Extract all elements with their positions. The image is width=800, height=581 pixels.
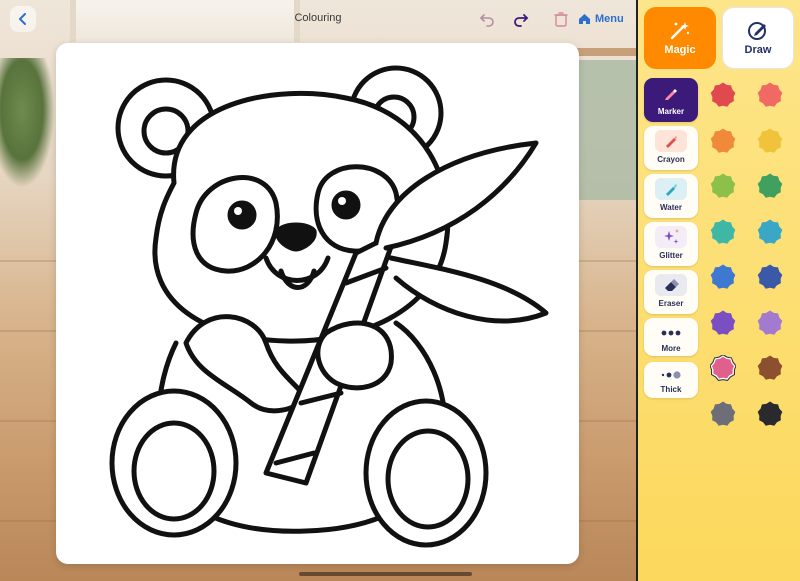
draw-mode-tab[interactable]: Draw bbox=[722, 7, 794, 69]
glitter-icon bbox=[664, 229, 679, 244]
background-wall-panel bbox=[578, 60, 636, 200]
more-tools-label: More bbox=[661, 344, 681, 353]
crayon-tool-label: Crayon bbox=[657, 155, 685, 164]
color-swatch[interactable] bbox=[710, 173, 736, 199]
magic-mode-label: Magic bbox=[664, 44, 696, 56]
background-plant bbox=[0, 58, 55, 188]
tool-panel: Magic Draw Marker Crayon Water Glitter E… bbox=[636, 0, 800, 581]
menu-label: Menu bbox=[595, 13, 624, 25]
color-swatch[interactable] bbox=[710, 310, 736, 336]
draw-pencil-icon bbox=[748, 22, 766, 40]
home-indicator bbox=[299, 572, 472, 576]
marker-tool-label: Marker bbox=[657, 107, 685, 116]
redo-button[interactable] bbox=[510, 8, 532, 30]
panda-line-art bbox=[109, 65, 549, 548]
eraser-tool-button[interactable]: Eraser bbox=[644, 270, 698, 314]
color-swatch[interactable] bbox=[710, 82, 736, 108]
undo-icon bbox=[479, 14, 494, 27]
marker-icon bbox=[665, 89, 677, 100]
water-tool-button[interactable]: Water bbox=[644, 174, 698, 218]
brush-size-label: Thick bbox=[660, 385, 682, 394]
color-swatch[interactable] bbox=[710, 401, 736, 427]
color-swatch[interactable] bbox=[710, 128, 736, 154]
color-swatch[interactable] bbox=[757, 128, 783, 154]
color-swatch[interactable] bbox=[757, 173, 783, 199]
crayon-icon bbox=[666, 136, 677, 148]
glitter-tool-button[interactable]: Glitter bbox=[644, 222, 698, 266]
marker-tool-button[interactable]: Marker bbox=[644, 78, 698, 122]
more-tools-button[interactable]: More bbox=[644, 318, 698, 356]
top-bar: Colouring Menu bbox=[0, 0, 636, 38]
more-dots-icon bbox=[661, 330, 681, 336]
page-title: Colouring bbox=[294, 12, 342, 24]
magic-wand-icon bbox=[670, 22, 690, 40]
brush-size-button[interactable]: Thick bbox=[644, 362, 698, 398]
color-swatch[interactable] bbox=[710, 264, 736, 290]
menu-button[interactable]: Menu bbox=[578, 10, 624, 28]
colouring-canvas[interactable] bbox=[56, 43, 579, 564]
home-icon bbox=[579, 14, 590, 24]
water-tool-label: Water bbox=[660, 203, 682, 212]
draw-mode-label: Draw bbox=[744, 44, 772, 56]
color-swatch[interactable] bbox=[710, 219, 736, 245]
color-swatch[interactable] bbox=[757, 401, 783, 427]
trash-icon bbox=[554, 12, 568, 27]
color-swatch[interactable] bbox=[757, 310, 783, 336]
color-swatch[interactable] bbox=[710, 355, 736, 381]
redo-icon bbox=[514, 14, 529, 27]
clear-button[interactable] bbox=[550, 8, 572, 30]
water-brush-icon bbox=[666, 184, 677, 196]
undo-button[interactable] bbox=[476, 8, 498, 30]
color-swatch[interactable] bbox=[757, 355, 783, 381]
color-swatch[interactable] bbox=[757, 219, 783, 245]
glitter-tool-label: Glitter bbox=[659, 251, 683, 260]
magic-mode-tab[interactable]: Magic bbox=[644, 7, 716, 69]
color-swatch[interactable] bbox=[757, 82, 783, 108]
eraser-tool-label: Eraser bbox=[658, 299, 684, 308]
color-swatch[interactable] bbox=[757, 264, 783, 290]
crayon-tool-button[interactable]: Crayon bbox=[644, 126, 698, 170]
eraser-icon bbox=[665, 279, 679, 291]
brush-size-icon bbox=[661, 371, 681, 379]
